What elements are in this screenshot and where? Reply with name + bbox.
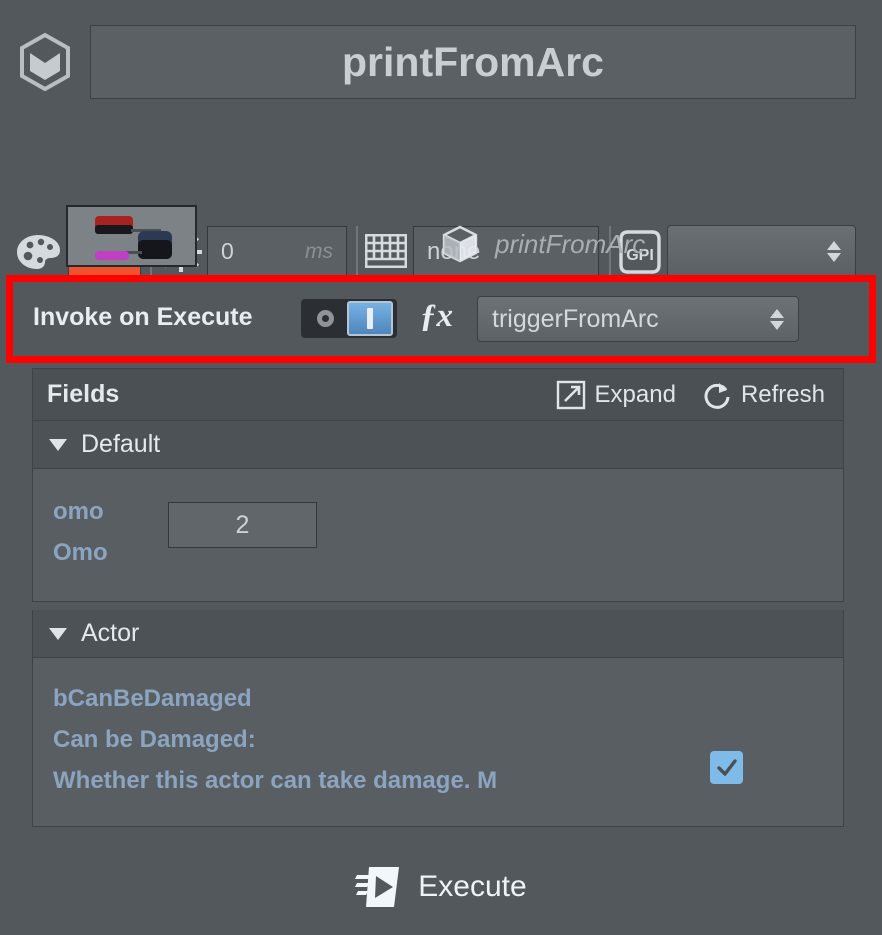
property-checkbox-bcanbedamaged[interactable] [710, 751, 743, 784]
invoke-on-execute-label: Invoke on Execute [33, 303, 253, 331]
toolbar-divider-2 [356, 226, 358, 277]
caret-down-icon [49, 627, 67, 640]
invoke-function-value: triggerFromArc [492, 304, 659, 333]
refresh-label: Refresh [740, 380, 825, 408]
delay-value: 0 [221, 238, 234, 264]
keyboard-icon [364, 233, 408, 269]
section-header-default[interactable]: Default [32, 421, 844, 469]
refresh-button[interactable]: Refresh [702, 380, 825, 410]
checkmark-icon [716, 758, 737, 776]
delay-input[interactable]: 0 ms [207, 226, 347, 277]
execute-button[interactable]: Execute [0, 858, 882, 916]
property-row-omo: omo Omo 2 [33, 469, 843, 573]
gpi-select[interactable] [667, 225, 856, 278]
fields-header-actions: Expand Refresh [556, 380, 825, 410]
node-title-field[interactable]: printFromArc [90, 25, 856, 99]
page-title: printFromArc [342, 38, 604, 85]
property-value-input-omo[interactable]: 2 [168, 502, 317, 548]
section-body-default: omo Omo 2 [32, 469, 844, 602]
delay-unit-label: ms [305, 239, 333, 263]
section-title-actor: Actor [81, 619, 140, 647]
execute-play-icon [355, 867, 400, 907]
expand-arrow-icon [556, 380, 585, 409]
section-header-actor[interactable]: Actor [32, 610, 844, 658]
blueprint-graph-thumbnail[interactable] [66, 205, 197, 267]
section-title-default: Default [81, 430, 161, 458]
section-body-actor: bCanBeDamaged Can be Damaged: Whether th… [32, 658, 844, 827]
palette-icon[interactable] [16, 234, 61, 270]
toggle-on-option[interactable] [347, 301, 393, 336]
property-row-bcanbedamaged: bCanBeDamaged Can be Damaged: Whether th… [33, 658, 843, 801]
spinner-updown-icon [827, 241, 841, 262]
node-identity: printFromArc [440, 224, 645, 264]
property-value-omo: 2 [235, 510, 250, 539]
header-row: printFromArc [0, 0, 882, 110]
hexagon-cube-icon [19, 32, 71, 92]
details-panel: printFromArc 0 ms GPI printFromArc Invok… [0, 0, 882, 935]
toggle-off-option[interactable] [303, 301, 347, 336]
cube-icon [440, 224, 480, 264]
fields-title: Fields [47, 380, 120, 408]
property-var-name-bcanbedamaged: bCanBeDamaged [53, 685, 252, 712]
invoke-toggle[interactable] [301, 299, 397, 338]
spinner-updown-icon [770, 308, 784, 330]
expand-label: Expand [594, 380, 676, 408]
expand-button[interactable]: Expand [556, 380, 676, 410]
fields-header: Fields Expand Refresh [32, 368, 844, 421]
execute-label: Execute [418, 870, 527, 903]
fx-icon: ƒx [420, 298, 453, 334]
toolbar-row: 0 ms none [0, 110, 882, 278]
caret-down-icon [49, 438, 67, 451]
invoke-function-select[interactable]: triggerFromArc [477, 296, 799, 342]
node-name-label: printFromArc [495, 228, 646, 259]
refresh-circular-arrow-icon [704, 382, 730, 409]
